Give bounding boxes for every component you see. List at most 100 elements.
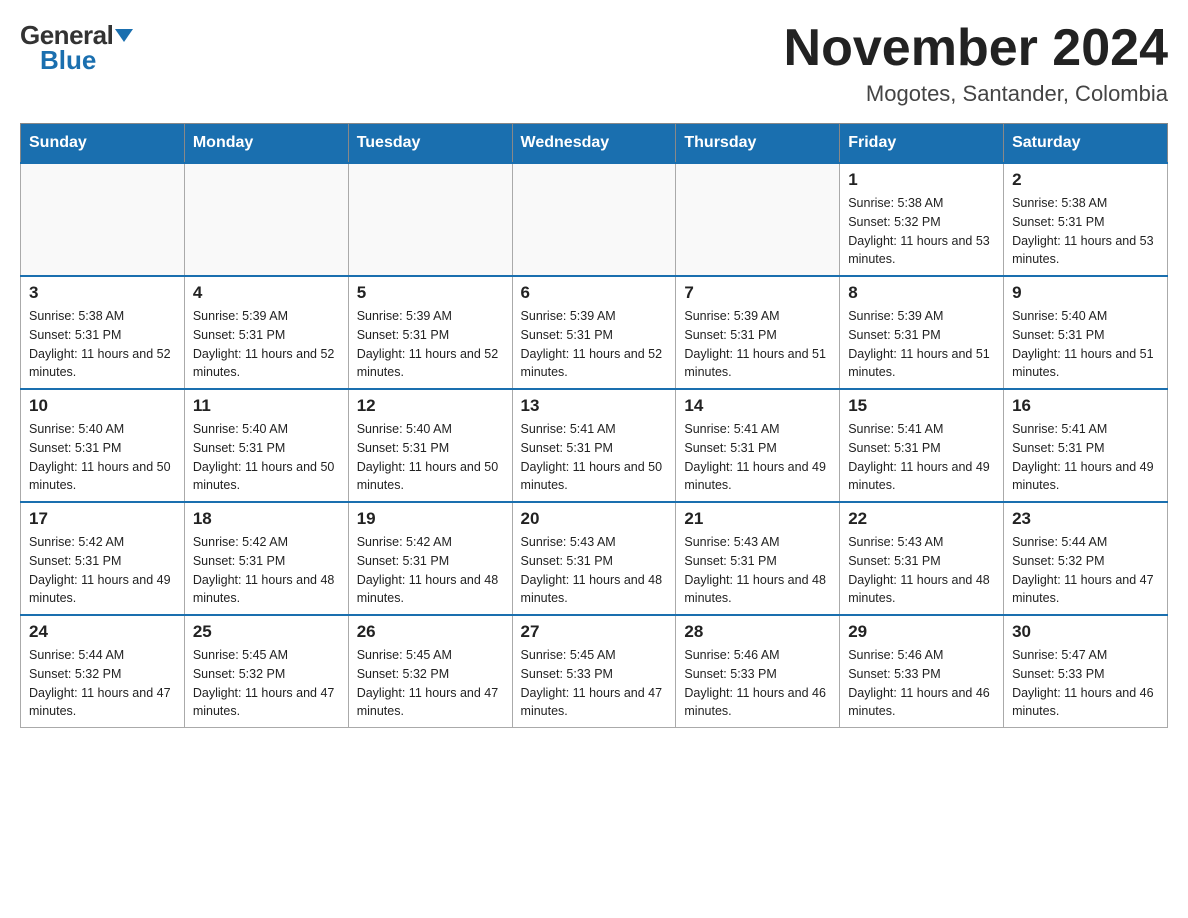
calendar-cell: 21 Sunrise: 5:43 AMSunset: 5:31 PMDayligh… xyxy=(676,502,840,615)
day-number: 12 xyxy=(357,396,504,416)
day-number: 9 xyxy=(1012,283,1159,303)
week-row: 24 Sunrise: 5:44 AMSunset: 5:32 PMDayligh… xyxy=(21,615,1168,728)
day-info: Sunrise: 5:40 AMSunset: 5:31 PMDaylight:… xyxy=(357,420,504,495)
day-info: Sunrise: 5:46 AMSunset: 5:33 PMDaylight:… xyxy=(684,646,831,721)
day-info: Sunrise: 5:38 AMSunset: 5:32 PMDaylight:… xyxy=(848,194,995,269)
day-info: Sunrise: 5:46 AMSunset: 5:33 PMDaylight:… xyxy=(848,646,995,721)
day-info: Sunrise: 5:45 AMSunset: 5:33 PMDaylight:… xyxy=(521,646,668,721)
day-number: 16 xyxy=(1012,396,1159,416)
day-number: 7 xyxy=(684,283,831,303)
calendar-cell: 22 Sunrise: 5:43 AMSunset: 5:31 PMDayligh… xyxy=(840,502,1004,615)
page-header: General Blue November 2024 Mogotes, Sant… xyxy=(20,20,1168,107)
day-of-week-header: Monday xyxy=(184,124,348,164)
day-of-week-header: Sunday xyxy=(21,124,185,164)
calendar-cell: 30 Sunrise: 5:47 AMSunset: 5:33 PMDayligh… xyxy=(1004,615,1168,728)
title-block: November 2024 Mogotes, Santander, Colomb… xyxy=(784,20,1168,107)
day-info: Sunrise: 5:41 AMSunset: 5:31 PMDaylight:… xyxy=(848,420,995,495)
day-info: Sunrise: 5:41 AMSunset: 5:31 PMDaylight:… xyxy=(521,420,668,495)
calendar-cell: 2 Sunrise: 5:38 AMSunset: 5:31 PMDaylight… xyxy=(1004,163,1168,276)
day-info: Sunrise: 5:43 AMSunset: 5:31 PMDaylight:… xyxy=(848,533,995,608)
day-of-week-header: Friday xyxy=(840,124,1004,164)
day-number: 21 xyxy=(684,509,831,529)
day-info: Sunrise: 5:39 AMSunset: 5:31 PMDaylight:… xyxy=(357,307,504,382)
calendar-cell: 9 Sunrise: 5:40 AMSunset: 5:31 PMDaylight… xyxy=(1004,276,1168,389)
day-info: Sunrise: 5:41 AMSunset: 5:31 PMDaylight:… xyxy=(684,420,831,495)
day-info: Sunrise: 5:40 AMSunset: 5:31 PMDaylight:… xyxy=(29,420,176,495)
day-info: Sunrise: 5:47 AMSunset: 5:33 PMDaylight:… xyxy=(1012,646,1159,721)
day-info: Sunrise: 5:44 AMSunset: 5:32 PMDaylight:… xyxy=(1012,533,1159,608)
week-row: 3 Sunrise: 5:38 AMSunset: 5:31 PMDaylight… xyxy=(21,276,1168,389)
calendar-cell xyxy=(348,163,512,276)
calendar-cell: 7Sunrise: 5:39 AMSunset: 5:31 PMDaylight… xyxy=(676,276,840,389)
calendar-cell: 10 Sunrise: 5:40 AMSunset: 5:31 PMDayligh… xyxy=(21,389,185,502)
day-info: Sunrise: 5:43 AMSunset: 5:31 PMDaylight:… xyxy=(521,533,668,608)
calendar-cell: 3 Sunrise: 5:38 AMSunset: 5:31 PMDaylight… xyxy=(21,276,185,389)
logo: General Blue xyxy=(20,20,133,76)
day-number: 18 xyxy=(193,509,340,529)
calendar-cell: 4 Sunrise: 5:39 AMSunset: 5:31 PMDaylight… xyxy=(184,276,348,389)
day-of-week-header: Tuesday xyxy=(348,124,512,164)
day-of-week-header: Wednesday xyxy=(512,124,676,164)
calendar-cell xyxy=(184,163,348,276)
calendar-header-row: SundayMondayTuesdayWednesdayThursdayFrid… xyxy=(21,124,1168,164)
day-info: Sunrise: 5:42 AMSunset: 5:31 PMDaylight:… xyxy=(357,533,504,608)
day-number: 10 xyxy=(29,396,176,416)
calendar-cell: 24 Sunrise: 5:44 AMSunset: 5:32 PMDayligh… xyxy=(21,615,185,728)
day-info: Sunrise: 5:39 AMSunset: 5:31 PMDaylight:… xyxy=(848,307,995,382)
day-info: Sunrise: 5:43 AMSunset: 5:31 PMDaylight:… xyxy=(684,533,831,608)
calendar-table: SundayMondayTuesdayWednesdayThursdayFrid… xyxy=(20,123,1168,728)
calendar-cell: 6 Sunrise: 5:39 AMSunset: 5:31 PMDaylight… xyxy=(512,276,676,389)
day-info: Sunrise: 5:42 AMSunset: 5:31 PMDaylight:… xyxy=(193,533,340,608)
day-number: 19 xyxy=(357,509,504,529)
day-number: 13 xyxy=(521,396,668,416)
calendar-cell xyxy=(676,163,840,276)
day-number: 23 xyxy=(1012,509,1159,529)
calendar-cell: 18 Sunrise: 5:42 AMSunset: 5:31 PMDayligh… xyxy=(184,502,348,615)
day-number: 22 xyxy=(848,509,995,529)
week-row: 10 Sunrise: 5:40 AMSunset: 5:31 PMDayligh… xyxy=(21,389,1168,502)
day-number: 5 xyxy=(357,283,504,303)
calendar-cell: 20 Sunrise: 5:43 AMSunset: 5:31 PMDayligh… xyxy=(512,502,676,615)
day-info: Sunrise: 5:38 AMSunset: 5:31 PMDaylight:… xyxy=(1012,194,1159,269)
day-number: 2 xyxy=(1012,170,1159,190)
day-number: 28 xyxy=(684,622,831,642)
day-number: 11 xyxy=(193,396,340,416)
calendar-cell: 8 Sunrise: 5:39 AMSunset: 5:31 PMDaylight… xyxy=(840,276,1004,389)
day-number: 14 xyxy=(684,396,831,416)
day-info: Sunrise: 5:41 AMSunset: 5:31 PMDaylight:… xyxy=(1012,420,1159,495)
day-number: 15 xyxy=(848,396,995,416)
calendar-cell: 11Sunrise: 5:40 AMSunset: 5:31 PMDayligh… xyxy=(184,389,348,502)
calendar-cell: 15 Sunrise: 5:41 AMSunset: 5:31 PMDayligh… xyxy=(840,389,1004,502)
calendar-cell: 17Sunrise: 5:42 AMSunset: 5:31 PMDayligh… xyxy=(21,502,185,615)
day-info: Sunrise: 5:45 AMSunset: 5:32 PMDaylight:… xyxy=(357,646,504,721)
calendar-cell: 28 Sunrise: 5:46 AMSunset: 5:33 PMDayligh… xyxy=(676,615,840,728)
day-number: 6 xyxy=(521,283,668,303)
day-info: Sunrise: 5:39 AMSunset: 5:31 PMDaylight:… xyxy=(521,307,668,382)
day-number: 30 xyxy=(1012,622,1159,642)
calendar-cell: 23 Sunrise: 5:44 AMSunset: 5:32 PMDayligh… xyxy=(1004,502,1168,615)
calendar-cell: 19 Sunrise: 5:42 AMSunset: 5:31 PMDayligh… xyxy=(348,502,512,615)
day-number: 8 xyxy=(848,283,995,303)
calendar-title: November 2024 xyxy=(784,20,1168,77)
calendar-cell: 5 Sunrise: 5:39 AMSunset: 5:31 PMDaylight… xyxy=(348,276,512,389)
day-info: Sunrise: 5:39 AMSunset: 5:31 PMDaylight:… xyxy=(193,307,340,382)
week-row: 17Sunrise: 5:42 AMSunset: 5:31 PMDayligh… xyxy=(21,502,1168,615)
calendar-cell: 27 Sunrise: 5:45 AMSunset: 5:33 PMDayligh… xyxy=(512,615,676,728)
day-number: 3 xyxy=(29,283,176,303)
day-number: 24 xyxy=(29,622,176,642)
day-info: Sunrise: 5:40 AMSunset: 5:31 PMDaylight:… xyxy=(1012,307,1159,382)
week-row: 1Sunrise: 5:38 AMSunset: 5:32 PMDaylight… xyxy=(21,163,1168,276)
day-number: 27 xyxy=(521,622,668,642)
day-info: Sunrise: 5:44 AMSunset: 5:32 PMDaylight:… xyxy=(29,646,176,721)
calendar-cell: 26Sunrise: 5:45 AMSunset: 5:32 PMDayligh… xyxy=(348,615,512,728)
calendar-cell: 25Sunrise: 5:45 AMSunset: 5:32 PMDayligh… xyxy=(184,615,348,728)
calendar-cell: 29Sunrise: 5:46 AMSunset: 5:33 PMDayligh… xyxy=(840,615,1004,728)
day-number: 4 xyxy=(193,283,340,303)
calendar-cell: 14 Sunrise: 5:41 AMSunset: 5:31 PMDayligh… xyxy=(676,389,840,502)
day-info: Sunrise: 5:42 AMSunset: 5:31 PMDaylight:… xyxy=(29,533,176,608)
day-info: Sunrise: 5:38 AMSunset: 5:31 PMDaylight:… xyxy=(29,307,176,382)
calendar-cell: 13 Sunrise: 5:41 AMSunset: 5:31 PMDayligh… xyxy=(512,389,676,502)
day-of-week-header: Saturday xyxy=(1004,124,1168,164)
day-number: 20 xyxy=(521,509,668,529)
calendar-cell: 16 Sunrise: 5:41 AMSunset: 5:31 PMDayligh… xyxy=(1004,389,1168,502)
